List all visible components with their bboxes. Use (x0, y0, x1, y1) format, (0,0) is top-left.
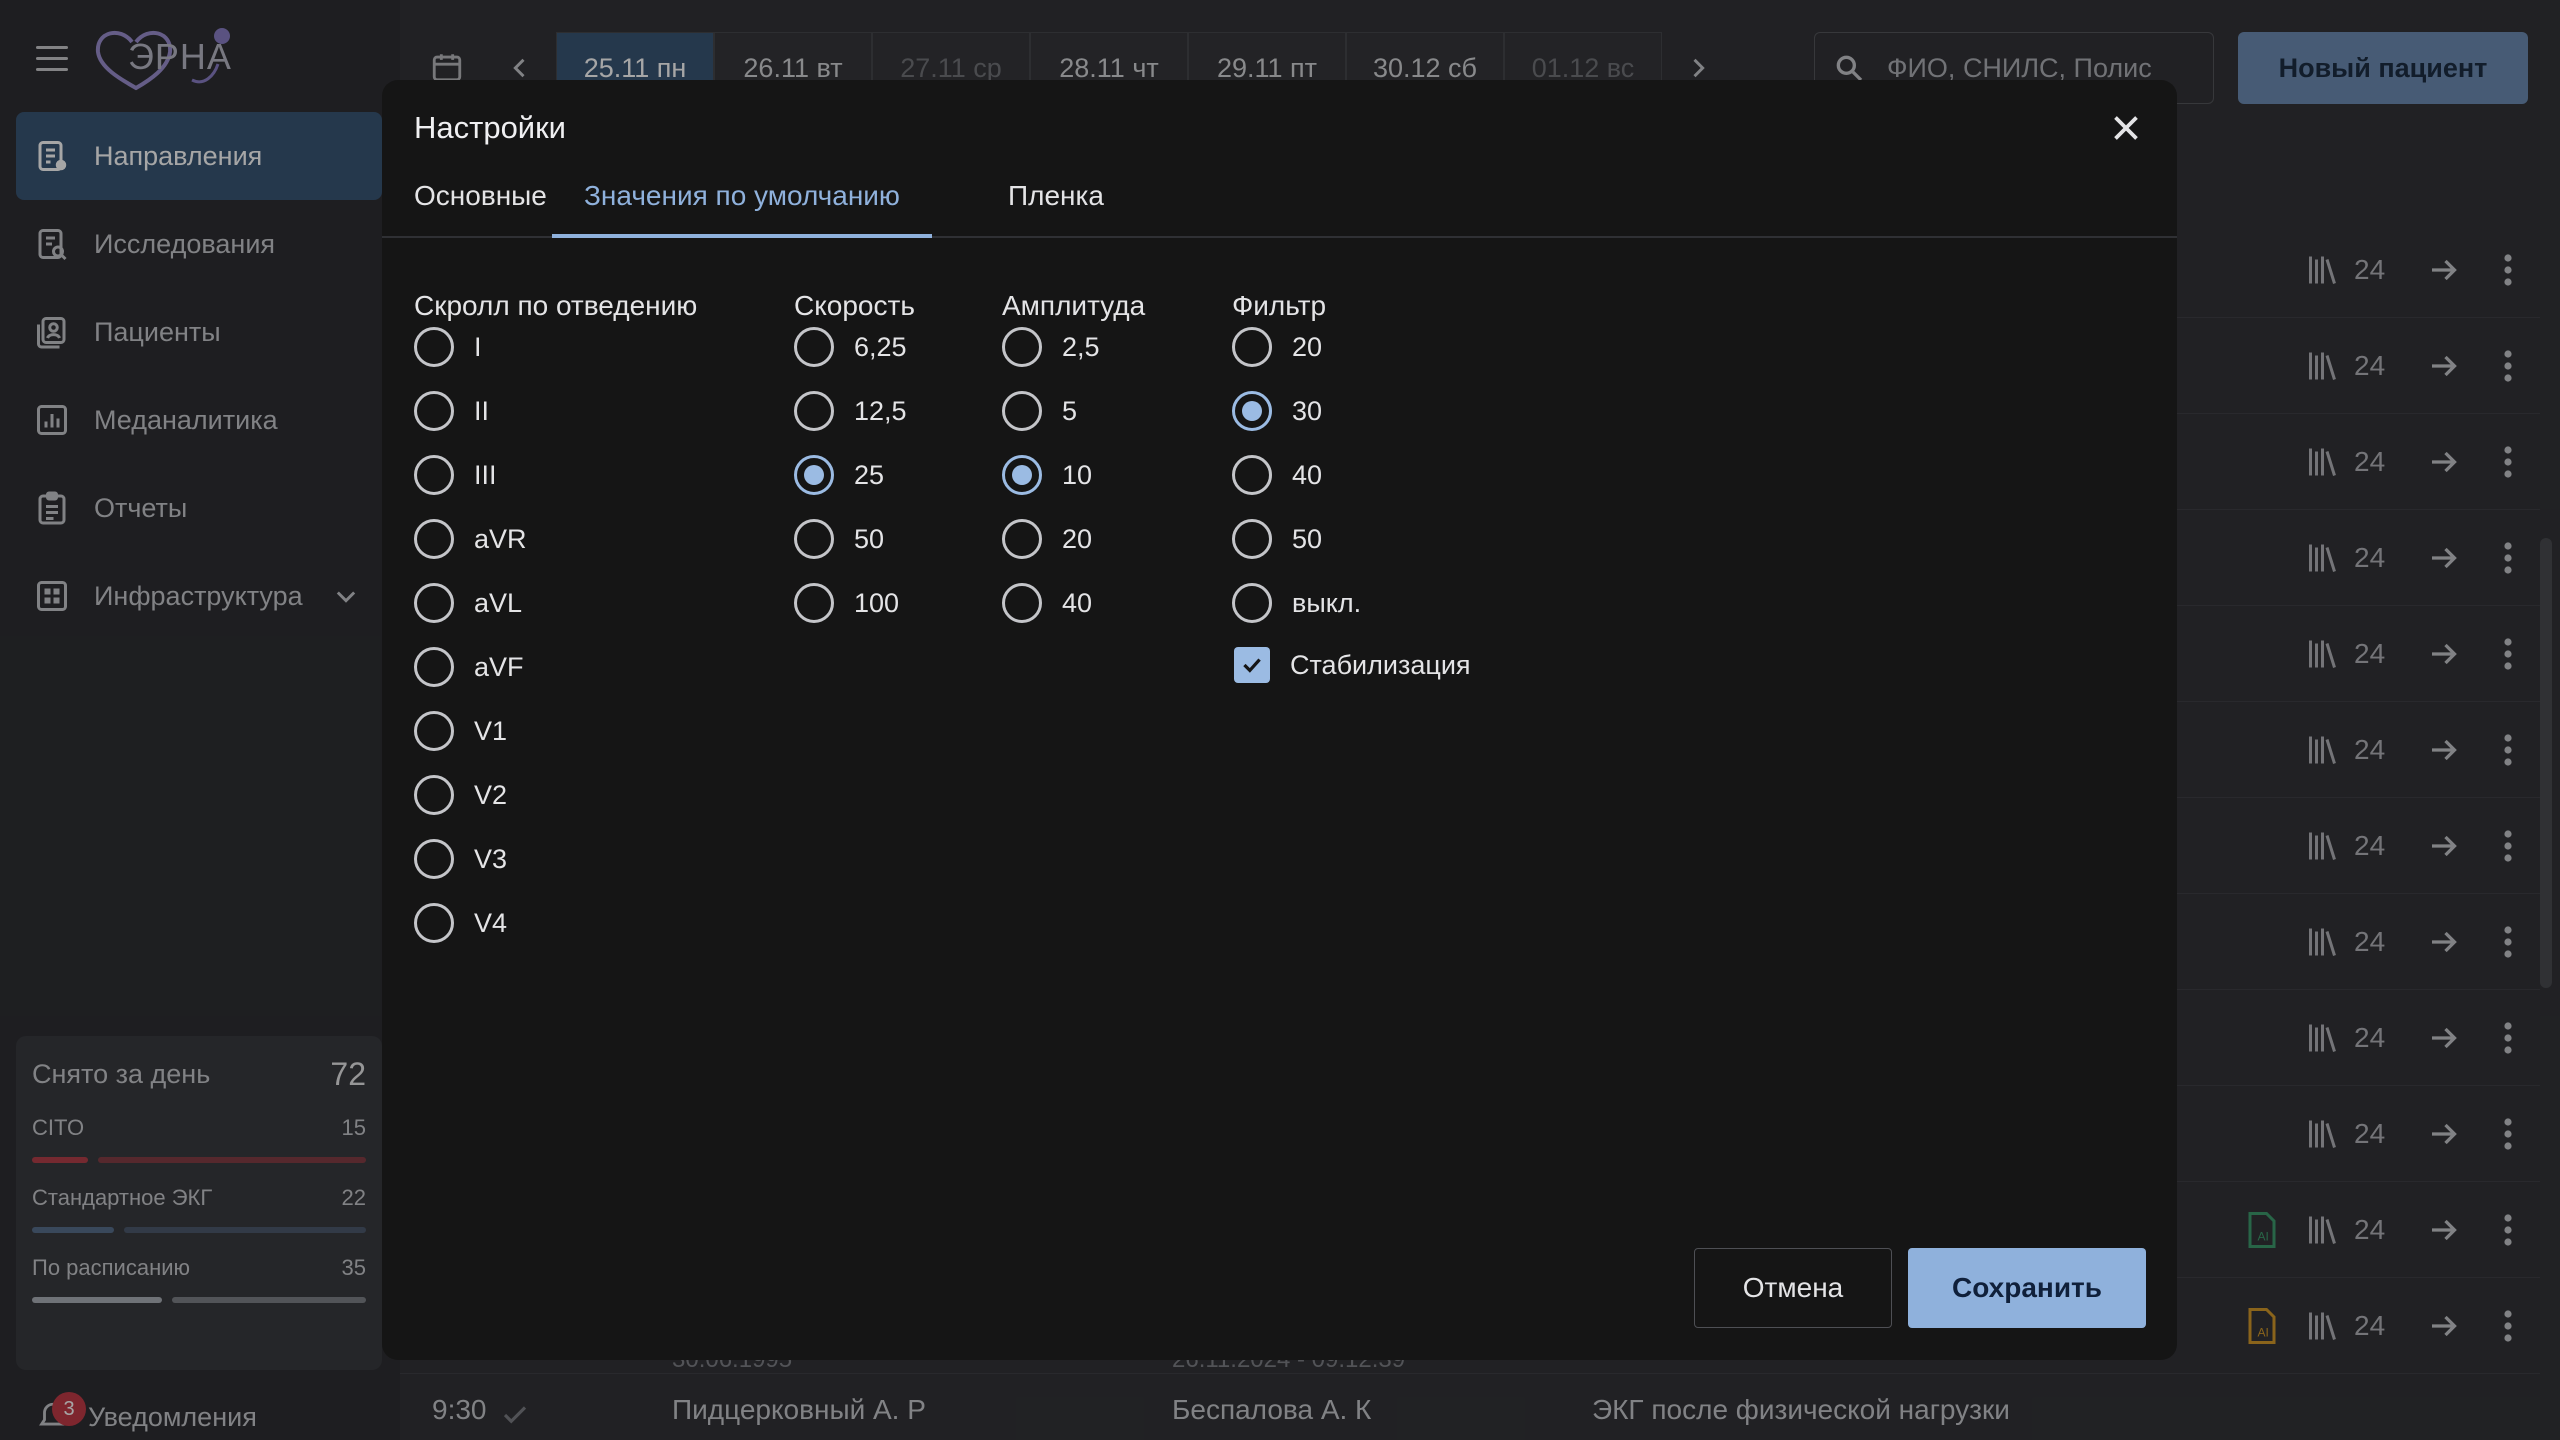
option-label: II (474, 395, 490, 426)
radio-button[interactable] (1232, 391, 1272, 431)
amplitude-option[interactable]: 20 (1002, 519, 1092, 559)
radio-button[interactable] (414, 839, 454, 879)
lead-scroll-option[interactable]: V4 (414, 903, 507, 943)
lead-scroll-option[interactable]: V1 (414, 711, 507, 751)
option-label: 50 (1292, 523, 1323, 554)
radio-button[interactable] (414, 775, 454, 815)
radio-button[interactable] (414, 583, 454, 623)
option-label: 25 (854, 459, 885, 490)
option-label: 10 (1062, 459, 1093, 490)
lead-scroll-option[interactable]: V3 (414, 839, 507, 879)
amplitude-option[interactable]: 40 (1002, 583, 1092, 623)
lead-scroll-option[interactable]: aVL (414, 583, 522, 623)
amplitude-option[interactable]: 5 (1002, 391, 1077, 431)
tab-defaults[interactable]: Значения по умолчанию (552, 180, 932, 238)
filter-option[interactable]: 50 (1232, 519, 1322, 559)
lead-scroll-option[interactable]: III (414, 455, 497, 495)
speed-option[interactable]: 25 (794, 455, 884, 495)
option-label: 100 (854, 587, 900, 618)
filter-option[interactable]: 40 (1232, 455, 1322, 495)
stabilization-label: Стабилизация (1290, 649, 1471, 680)
option-label: 30 (1292, 395, 1323, 426)
radio-button[interactable] (1002, 519, 1042, 559)
radio-button[interactable] (1232, 519, 1272, 559)
lead-scroll-option[interactable]: V2 (414, 775, 507, 815)
option-label: aVL (474, 587, 523, 618)
option-label: V3 (474, 843, 508, 874)
settings-tabs: Основные Значения по умолчанию Пленка (382, 180, 2177, 238)
filter-option[interactable]: выкл. (1232, 583, 1361, 623)
option-label: 6,25 (854, 331, 907, 362)
lead-scroll-group-title: Скролл по отведению (414, 290, 698, 321)
filter-option[interactable]: 30 (1232, 391, 1322, 431)
option-label: aVR (474, 523, 527, 554)
speed-group-title: Скорость (794, 290, 915, 321)
option-label: I (474, 331, 482, 362)
option-label: 2,5 (1062, 331, 1100, 362)
cancel-button[interactable]: Отмена (1694, 1248, 1892, 1328)
radio-button[interactable] (1232, 583, 1272, 623)
filter-group-title: Фильтр (1232, 290, 1327, 321)
radio-button[interactable] (1232, 455, 1272, 495)
close-icon[interactable] (2108, 110, 2144, 146)
option-label: 5 (1062, 395, 1078, 426)
option-label: выкл. (1292, 587, 1362, 618)
radio-button[interactable] (794, 583, 834, 623)
radio-button[interactable] (414, 327, 454, 367)
option-label: 12,5 (854, 395, 907, 426)
amplitude-option[interactable]: 10 (1002, 455, 1092, 495)
option-label: III (474, 459, 497, 490)
option-label: 40 (1292, 459, 1323, 490)
radio-button[interactable] (794, 455, 834, 495)
option-label: 40 (1062, 587, 1093, 618)
stabilization-checkbox[interactable]: Стабилизация (1232, 647, 1471, 683)
lead-scroll-option[interactable]: II (414, 391, 489, 431)
radio-button[interactable] (794, 519, 834, 559)
checkbox-checked-icon[interactable] (1234, 647, 1270, 683)
lead-scroll-option[interactable]: aVF (414, 647, 524, 687)
radio-button[interactable] (414, 903, 454, 943)
lead-scroll-option[interactable]: aVR (414, 519, 527, 559)
settings-dialog: Настройки Основные Значения по умолчанию П… (382, 80, 2177, 1360)
filter-option[interactable]: 20 (1232, 327, 1322, 367)
radio-button[interactable] (414, 711, 454, 751)
tab-main[interactable]: Основные (414, 180, 547, 238)
speed-option[interactable]: 12,5 (794, 391, 907, 431)
option-label: 20 (1292, 331, 1323, 362)
speed-option[interactable]: 100 (794, 583, 899, 623)
speed-option[interactable]: 50 (794, 519, 884, 559)
dialog-title: Настройки (414, 110, 567, 145)
radio-button[interactable] (794, 391, 834, 431)
option-label: V2 (474, 779, 508, 810)
tab-film[interactable]: Пленка (1008, 180, 1104, 238)
save-button[interactable]: Сохранить (1908, 1248, 2146, 1328)
amplitude-option[interactable]: 2,5 (1002, 327, 1100, 367)
option-label: aVF (474, 651, 524, 682)
radio-button[interactable] (1002, 583, 1042, 623)
option-label: 20 (1062, 523, 1093, 554)
option-label: V4 (474, 907, 508, 938)
radio-button[interactable] (1002, 455, 1042, 495)
radio-button[interactable] (1002, 327, 1042, 367)
amplitude-group-title: Амплитуда (1002, 290, 1146, 321)
lead-scroll-option[interactable]: I (414, 327, 482, 367)
radio-button[interactable] (414, 647, 454, 687)
radio-button[interactable] (1002, 391, 1042, 431)
radio-button[interactable] (1232, 327, 1272, 367)
option-label: 50 (854, 523, 885, 554)
radio-button[interactable] (414, 391, 454, 431)
radio-button[interactable] (414, 455, 454, 495)
radio-button[interactable] (414, 519, 454, 559)
speed-option[interactable]: 6,25 (794, 327, 907, 367)
radio-button[interactable] (794, 327, 834, 367)
option-label: V1 (474, 715, 508, 746)
